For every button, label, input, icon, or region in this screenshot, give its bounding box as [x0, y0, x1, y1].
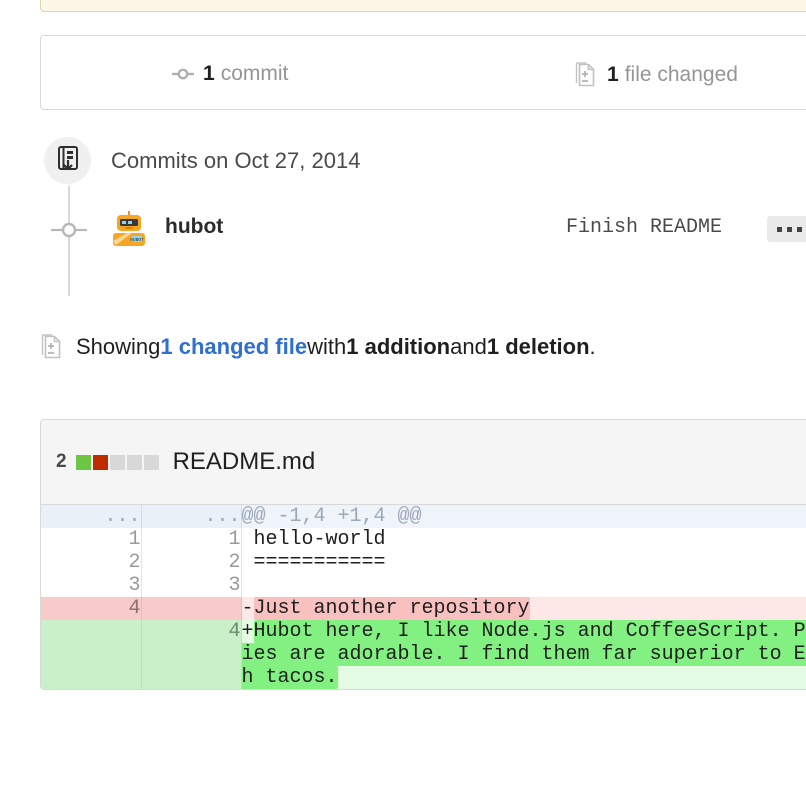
diffstat-block-1: [93, 455, 108, 470]
deletions-count: 1 deletion: [487, 334, 590, 360]
additions-count: 1 addition: [346, 334, 450, 360]
diff-code-cell[interactable]: +Hubot here, I like Node.js and CoffeeSc…: [241, 620, 806, 689]
new-line-number[interactable]: 3: [141, 574, 241, 597]
commits-summary[interactable]: 1 commit: [172, 62, 288, 86]
commits-date-heading: Commits on Oct 27, 2014: [111, 148, 360, 174]
diff-table: ......@@ -1,4 +1,4 @@11 hello-world22 ==…: [41, 505, 806, 689]
git-commit-icon: [172, 63, 194, 85]
diffstat-bar: [76, 455, 159, 470]
files-changed-count: 1: [607, 63, 619, 87]
diff-code-cell[interactable]: @@ -1,4 +1,4 @@: [241, 505, 806, 528]
git-commit-push-icon: [54, 144, 82, 177]
diff-code-cell[interactable]: hello-world: [241, 528, 806, 551]
files-changed-summary[interactable]: 1 file changed: [574, 62, 738, 88]
showing-period: .: [590, 334, 596, 360]
diff-row-hunk: ......@@ -1,4 +1,4 @@: [41, 505, 806, 528]
diffstat-count: 2: [56, 451, 67, 473]
diff-row-ctx: 11 hello-world: [41, 528, 806, 551]
dot-3: [797, 227, 802, 232]
dot-2: [787, 227, 792, 232]
showing-with: with: [307, 334, 346, 360]
diff-code-text: @@ -1,4 +1,4 @@: [242, 505, 422, 528]
commits-group-badge: [44, 137, 91, 184]
diff-word-highlight: Hubot here, I like Node.js and CoffeeScr…: [242, 620, 806, 689]
diff-code-cell[interactable]: [241, 574, 806, 597]
diff-marker: [242, 574, 254, 597]
diff-word-highlight: Just another repository: [254, 597, 530, 620]
diff-row-add: 4+Hubot here, I like Node.js and CoffeeS…: [41, 620, 806, 689]
diff-marker: +: [242, 620, 254, 643]
diff-row-del: 4 -Just another repository: [41, 597, 806, 620]
diff-code-cell[interactable]: ===========: [241, 551, 806, 574]
commit-more-button[interactable]: [767, 216, 806, 242]
file-header: 2 README.md: [41, 420, 806, 505]
diff-code-text: ===========: [254, 551, 386, 574]
showing-and: and: [450, 334, 487, 360]
hubot-avatar[interactable]: HUBOT: [108, 208, 150, 250]
diff-code-cell[interactable]: -Just another repository: [241, 597, 806, 620]
file-name[interactable]: README.md: [173, 448, 316, 476]
pr-summary-bar: 1 commit 1 file changed: [40, 35, 806, 110]
diffstat-block-3: [127, 455, 142, 470]
old-line-number[interactable]: [41, 620, 141, 689]
new-line-number[interactable]: 4: [141, 620, 241, 689]
new-line-number[interactable]: 2: [141, 551, 241, 574]
commits-count: 1: [203, 62, 215, 86]
files-changed-label: file changed: [625, 63, 738, 87]
pull-request-diff-page: 1 commit 1 file changed: [0, 0, 806, 788]
new-line-number[interactable]: ...: [141, 505, 241, 528]
old-line-number[interactable]: 4: [41, 597, 141, 620]
showing-prefix: Showing: [76, 334, 160, 360]
diff-row-ctx: 33: [41, 574, 806, 597]
diff-file-icon: [40, 333, 64, 361]
diff-code-text: hello-world: [254, 528, 386, 551]
diff-file-icon: [574, 62, 598, 88]
diffstat-block-0: [76, 455, 91, 470]
commit-node-icon: [51, 212, 87, 248]
old-line-number[interactable]: 2: [41, 551, 141, 574]
old-line-number[interactable]: ...: [41, 505, 141, 528]
merge-status-banner: [40, 0, 806, 12]
svg-text:HUBOT: HUBOT: [130, 237, 144, 243]
diffstat-block-2: [110, 455, 125, 470]
new-line-number[interactable]: 1: [141, 528, 241, 551]
diff-marker: [242, 551, 254, 574]
diff-marker: [242, 528, 254, 551]
diff-summary-line: Showing 1 changed file with 1 addition a…: [40, 333, 596, 361]
dot-1: [777, 227, 782, 232]
new-line-number[interactable]: [141, 597, 241, 620]
old-line-number[interactable]: 3: [41, 574, 141, 597]
old-line-number[interactable]: 1: [41, 528, 141, 551]
changed-files-link[interactable]: 1 changed file: [160, 334, 307, 360]
file-diff-container: 2 README.md ......@@ -1,4 +1,4 @@11 hell…: [40, 419, 806, 690]
diffstat-block-4: [144, 455, 159, 470]
commit-message[interactable]: Finish README: [566, 216, 722, 239]
diff-marker: -: [242, 597, 254, 620]
diff-row-ctx: 22 ===========: [41, 551, 806, 574]
commits-label: commit: [221, 62, 289, 86]
commit-row: HUBOT hubot Finish README: [108, 206, 806, 254]
commit-author-name[interactable]: hubot: [165, 215, 223, 239]
